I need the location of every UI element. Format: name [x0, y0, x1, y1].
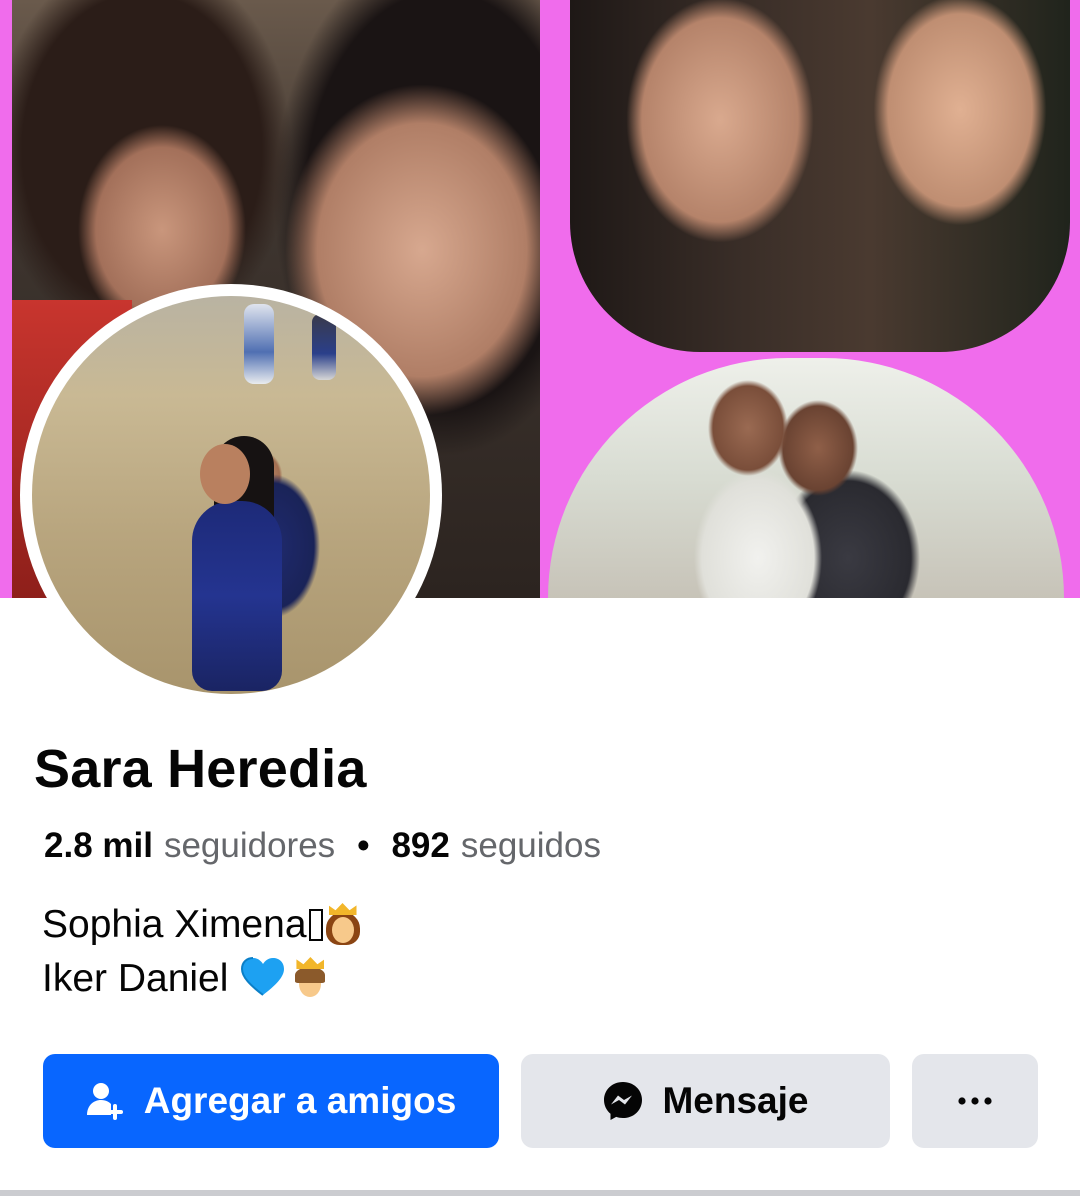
cover-photo-mother-son [570, 0, 1070, 352]
profile-bio: Sophia Ximena Iker Daniel [42, 898, 363, 1006]
followers-count[interactable]: 2.8 mil [44, 826, 153, 866]
followers-label[interactable]: seguidores [164, 826, 335, 866]
profile-page: Sara Heredia 2.8 mil seguidores • 892 se… [0, 0, 1080, 1196]
profile-stats: 2.8 mil seguidores • 892 seguidos [44, 826, 601, 866]
profile-avatar[interactable] [32, 296, 430, 694]
bio-line-2-text: Iker Daniel [42, 957, 229, 1000]
avatar-background-player [244, 304, 274, 384]
following-label[interactable]: seguidos [461, 826, 601, 866]
princess-emoji-icon [323, 903, 363, 945]
blue-heart-emoji-icon [240, 957, 286, 997]
add-friend-label: Agregar a amigos [143, 1080, 457, 1121]
stats-separator: • [357, 826, 370, 865]
message-button[interactable]: Mensaje [521, 1054, 890, 1148]
avatar-figure-head [200, 444, 250, 504]
section-divider [0, 1190, 1080, 1196]
cover-photo-parents [548, 358, 1064, 598]
more-dots-icon [957, 1096, 993, 1106]
message-label: Mensaje [662, 1080, 809, 1121]
avatar-background-player [312, 314, 336, 380]
bio-line-1: Sophia Ximena [42, 898, 363, 952]
profile-name: Sara Heredia [34, 739, 367, 799]
add-friend-button[interactable]: Agregar a amigos [43, 1054, 499, 1148]
unknown-glyph-icon [308, 909, 323, 941]
prince-emoji-icon [290, 957, 330, 999]
more-options-button[interactable] [912, 1054, 1038, 1148]
following-count[interactable]: 892 [391, 826, 449, 866]
messenger-icon [602, 1080, 644, 1122]
avatar-figure-body [192, 501, 282, 691]
add-friend-icon [86, 1081, 126, 1121]
bio-line-1-text: Sophia Ximena [42, 903, 307, 946]
bio-line-2: Iker Daniel [42, 952, 363, 1006]
